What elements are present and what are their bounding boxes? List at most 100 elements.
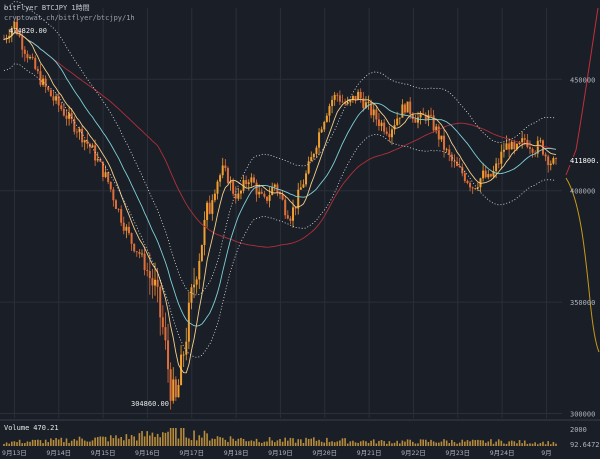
volume-bar <box>440 441 443 446</box>
candle-body <box>255 182 258 195</box>
volume-bar <box>169 428 172 446</box>
volume-bar <box>104 436 107 446</box>
volume-bar <box>539 443 542 446</box>
volume-bar <box>432 441 435 446</box>
volume-bar <box>73 439 76 446</box>
candle-body <box>417 117 419 123</box>
volume-bar <box>318 439 320 446</box>
volume-bar <box>521 443 523 446</box>
candle-body <box>73 119 76 132</box>
volume-bar <box>16 442 18 446</box>
volume-bar <box>398 443 401 446</box>
candle-body <box>396 118 399 126</box>
candle-body <box>26 53 29 59</box>
volume-bar <box>3 443 5 446</box>
volume-bar <box>29 441 31 446</box>
volume-bar <box>89 441 91 446</box>
volume-bar <box>409 439 411 446</box>
candle-body <box>172 379 175 401</box>
volume-bar <box>39 440 42 446</box>
candle-body <box>489 174 492 177</box>
candle-body <box>297 189 300 209</box>
candle-body <box>125 226 128 231</box>
volume-bar <box>102 436 104 446</box>
volume-bar <box>453 442 456 446</box>
volume-bar <box>482 440 484 446</box>
volume-bar <box>91 440 94 446</box>
chart-background <box>0 0 600 459</box>
volume-bar <box>552 441 555 446</box>
candle-body <box>268 194 271 201</box>
candle-body <box>336 94 339 96</box>
volume-bar <box>193 430 195 446</box>
volume-bar <box>383 441 385 446</box>
volume-bar <box>380 440 383 446</box>
volume-bar <box>117 438 120 446</box>
volume-bar <box>406 439 409 446</box>
volume-bar <box>57 439 60 446</box>
volume-bar <box>180 428 182 446</box>
volume-bar <box>534 442 536 446</box>
volume-bar <box>331 441 333 446</box>
candle-body <box>260 191 263 194</box>
candle-body <box>101 161 104 177</box>
volume-bar <box>555 443 557 446</box>
candle-body <box>390 129 393 138</box>
volume-bar <box>149 435 151 446</box>
candle-body <box>377 119 380 127</box>
candle-body <box>359 91 362 99</box>
candle-body <box>469 183 472 188</box>
candle-body <box>135 251 138 253</box>
volume-bar <box>253 441 255 446</box>
volume-bar <box>13 441 16 446</box>
candle-body <box>104 172 107 177</box>
candle-body <box>265 196 268 201</box>
candle-body <box>406 101 409 113</box>
volume-bar <box>542 441 544 446</box>
candle-body <box>495 163 498 172</box>
volume-bar <box>8 443 11 446</box>
volume-bar <box>523 440 526 446</box>
candle-body <box>398 117 401 119</box>
volume-bar <box>65 438 68 446</box>
candle-body <box>252 177 255 183</box>
candle-body <box>385 131 388 134</box>
candle-body <box>96 158 99 161</box>
volume-bar <box>208 440 211 446</box>
volume-bar <box>378 440 380 446</box>
candle-body <box>21 36 24 50</box>
volume-bar <box>505 443 508 446</box>
candle-body <box>487 174 490 178</box>
volume-bar <box>229 436 232 446</box>
volume-bar <box>341 438 344 446</box>
volume-bar <box>107 441 109 446</box>
candle-body <box>521 138 524 143</box>
candle-body <box>523 138 526 140</box>
candle-body <box>502 149 505 152</box>
volume-bar <box>518 440 521 446</box>
candle-body <box>463 173 466 181</box>
candle-body <box>250 177 253 183</box>
volume-bar <box>526 443 529 446</box>
volume-bar <box>195 440 198 446</box>
x-tick-label: 9月21日 <box>357 449 382 457</box>
volume-value: 470.21 <box>33 424 59 432</box>
price-chart[interactable]: 300000 350000 400000 450000 2000 92.6472 9月1… <box>0 0 600 459</box>
volume-bar <box>487 441 490 446</box>
volume-bar <box>391 443 393 446</box>
candle-body <box>109 181 112 190</box>
volume-bar <box>339 440 341 446</box>
candle-body <box>372 109 375 116</box>
volume-bar <box>451 439 453 446</box>
candle-body <box>474 188 477 190</box>
volume-bar <box>510 440 513 446</box>
candle-body <box>127 226 130 234</box>
candle-body <box>193 284 196 288</box>
volume-bar <box>211 438 214 446</box>
volume-bar <box>250 440 253 446</box>
x-tick-label: 9月15日 <box>91 449 116 457</box>
candle-body <box>325 115 328 122</box>
volume-bar <box>469 441 471 446</box>
volume-bar <box>458 442 461 446</box>
candle-body <box>414 118 417 123</box>
